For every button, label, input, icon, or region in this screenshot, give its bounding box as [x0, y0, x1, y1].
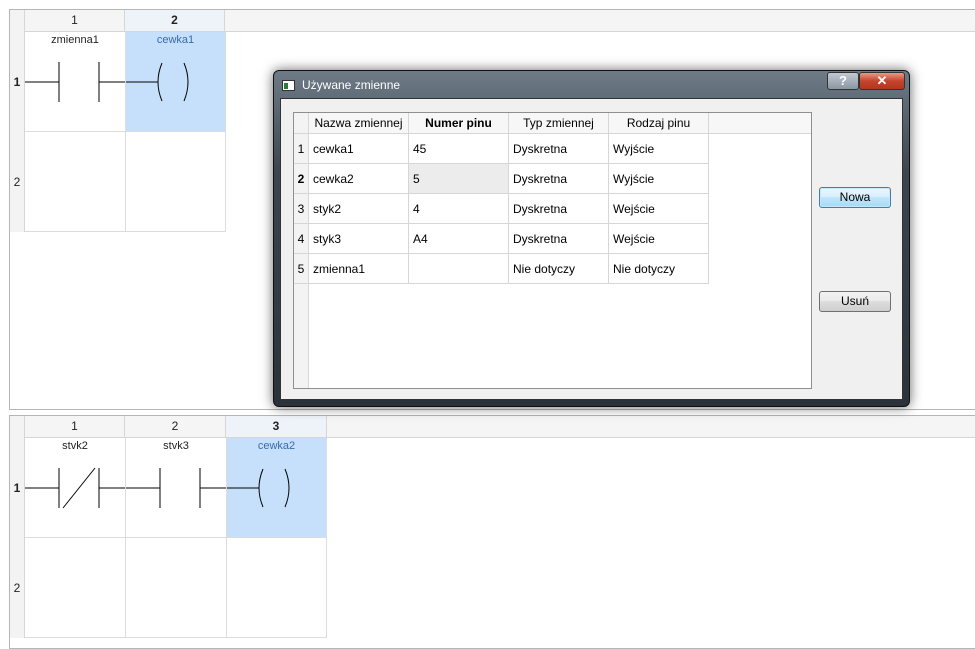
table-cell[interactable]: styk2	[309, 194, 409, 224]
ladder-cell-empty[interactable]	[227, 538, 327, 638]
ladder-cell-empty[interactable]	[25, 132, 126, 232]
coil-icon	[126, 62, 189, 102]
header-filler	[709, 113, 811, 134]
ladder-diagram-2[interactable]: 1 2 3 1 2 stvk2 stvk3 cewka2	[9, 415, 975, 649]
dialog-body: Nazwa zmiennej Numer pinu Typ zmiennej R…	[280, 98, 903, 400]
ladder-cell-contact[interactable]: stvk3	[126, 438, 227, 538]
row-header-2[interactable]: 2	[10, 132, 25, 232]
table-cell[interactable]: Dyskretna	[509, 194, 609, 224]
table-cell[interactable]: Dyskretna	[509, 224, 609, 254]
table-cell[interactable]: Nie dotyczy	[509, 254, 609, 284]
coil-icon	[227, 468, 290, 508]
column-header-2[interactable]: 2	[125, 416, 226, 437]
row-header-filler	[294, 284, 309, 388]
table-cell[interactable]: zmienna1	[309, 254, 409, 284]
table-cell[interactable]: cewka1	[309, 134, 409, 164]
ladder-cell-coil[interactable]: cewka1	[126, 32, 226, 132]
close-button[interactable]: ✕	[859, 72, 905, 90]
column-header-variable-name[interactable]: Nazwa zmiennej	[309, 113, 409, 134]
table-cell[interactable]: styk3	[309, 224, 409, 254]
column-header-1[interactable]: 1	[25, 416, 125, 437]
column-header-2[interactable]: 2	[125, 10, 225, 31]
table-cell[interactable]: 45	[409, 134, 509, 164]
table-cell[interactable]: Wyjście	[609, 134, 709, 164]
row-header-2[interactable]: 2	[10, 538, 25, 638]
column-header-variable-type[interactable]: Typ zmiennej	[509, 113, 609, 134]
ladder-cell-coil[interactable]: cewka2	[227, 438, 327, 538]
new-variable-button[interactable]: Nowa	[819, 187, 891, 208]
row-header-label: 2	[13, 581, 21, 595]
table-cell[interactable]: Nie dotyczy	[609, 254, 709, 284]
used-variables-dialog: Używane zmienne ? ✕ Nazwa zmiennej Numer…	[273, 70, 910, 407]
help-button[interactable]: ?	[827, 72, 859, 90]
column-header-pin-kind[interactable]: Rodzaj pinu	[609, 113, 709, 134]
row-header-label: 1	[13, 74, 21, 89]
window-app-icon	[282, 80, 295, 91]
row-header-fill	[10, 232, 25, 409]
table-cell[interactable]	[409, 254, 509, 284]
table-cell[interactable]: Wyjście	[609, 164, 709, 194]
header-corner	[10, 416, 25, 437]
row-header-label: 2	[13, 175, 21, 189]
column-header-pin-number[interactable]: Numer pinu	[409, 113, 509, 134]
ladder-cell-empty[interactable]	[126, 132, 226, 232]
table-cell[interactable]: A4	[409, 224, 509, 254]
row-header-1[interactable]: 1	[10, 31, 25, 132]
table-cell[interactable]: cewka2	[309, 164, 409, 194]
normally-open-contact-icon	[25, 62, 125, 102]
normally-open-contact-icon	[126, 468, 226, 508]
row-number[interactable]: 1	[294, 134, 309, 164]
table-cell[interactable]: Wejście	[609, 194, 709, 224]
row-header-label: 1	[13, 480, 21, 495]
table-cell[interactable]: Dyskretna	[509, 164, 609, 194]
row-number[interactable]: 5	[294, 254, 309, 284]
table-cell-current[interactable]: 5	[409, 164, 509, 194]
row-number[interactable]: 4	[294, 224, 309, 254]
header-corner	[10, 10, 25, 31]
column-header-3[interactable]: 3	[226, 416, 327, 437]
row-number[interactable]: 2	[294, 164, 309, 194]
ladder-cell-empty[interactable]	[126, 538, 227, 638]
ladder-cell-empty[interactable]	[25, 538, 126, 638]
ladder-cell-contact[interactable]: zmienna1	[25, 32, 126, 132]
table-cell[interactable]: Wejście	[609, 224, 709, 254]
delete-variable-button[interactable]: Usuń	[819, 291, 891, 312]
dialog-title: Używane zmienne	[302, 78, 401, 92]
table-cell[interactable]: Dyskretna	[509, 134, 609, 164]
row-number[interactable]: 3	[294, 194, 309, 224]
column-header-1[interactable]: 1	[25, 10, 125, 31]
variables-table[interactable]: Nazwa zmiennej Numer pinu Typ zmiennej R…	[293, 112, 812, 389]
table-cell[interactable]: 4	[409, 194, 509, 224]
table-corner[interactable]	[294, 113, 309, 134]
normally-closed-contact-icon	[25, 467, 125, 509]
ladder-cell-contact-nc[interactable]: stvk2	[25, 438, 126, 538]
row-header-1[interactable]: 1	[10, 437, 25, 538]
